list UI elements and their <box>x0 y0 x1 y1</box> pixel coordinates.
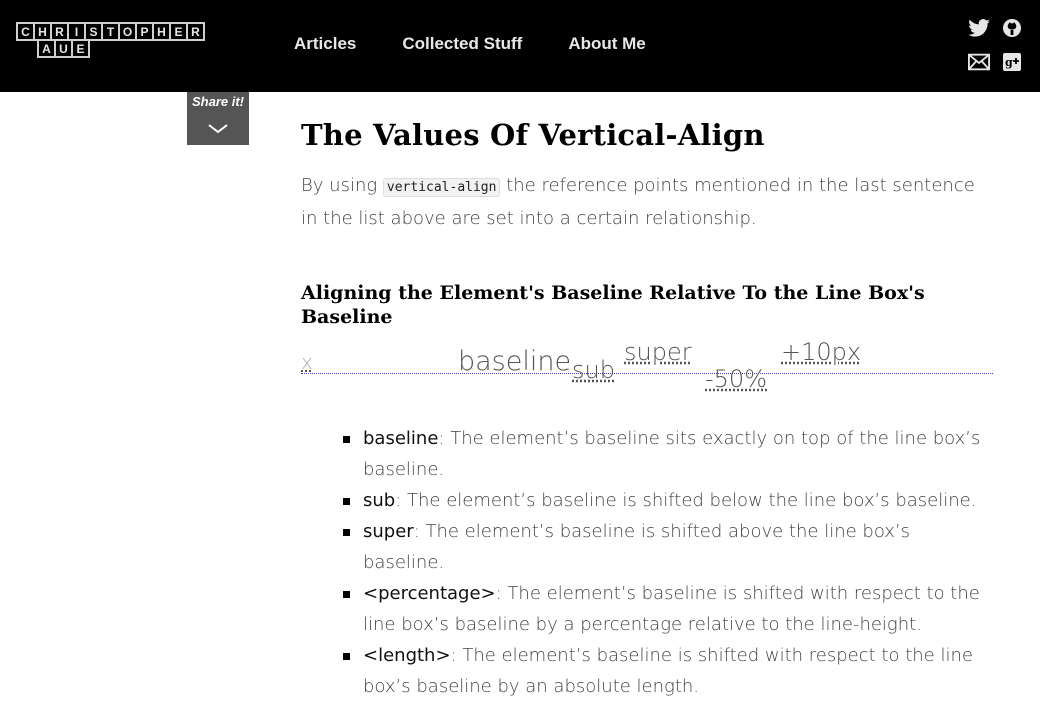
share-label: Share it! <box>191 94 244 109</box>
list-item: sub: The element’s baseline is shifted b… <box>343 485 993 516</box>
logo-letter: R <box>186 22 205 41</box>
demo-minus-50-percent: -50% <box>705 365 768 393</box>
main-nav: Articles Collected Stuff About Me <box>294 34 692 54</box>
list-text: : The element’s baseline is shifted belo… <box>395 490 977 511</box>
mail-icon[interactable] <box>968 51 990 73</box>
list-item: <percentage>: The element’s baseline is … <box>343 578 993 640</box>
twitter-icon[interactable] <box>968 17 990 39</box>
demo-super: super <box>624 338 692 366</box>
list-term: <percentage> <box>363 583 496 604</box>
subsection-title: Aligning the Element's Baseline Relative… <box>301 282 925 328</box>
list-item: <length>: The element’s baseline is shif… <box>343 640 993 702</box>
list-term: <length> <box>363 645 451 666</box>
github-icon[interactable] <box>1001 17 1023 39</box>
values-list: baseline: The element’s baseline sits ex… <box>343 423 993 702</box>
section-title: The Values Of Vertical-Align <box>301 118 765 152</box>
demo-x: x <box>301 350 313 374</box>
list-item: baseline: The element’s baseline sits ex… <box>343 423 993 485</box>
google-plus-icon[interactable]: g <box>1001 51 1023 73</box>
logo-row-second: A U E <box>37 39 203 58</box>
list-text: : The element’s baseline sits exactly on… <box>363 428 981 480</box>
social-links: g <box>968 17 1024 77</box>
chevron-down-icon <box>208 119 228 138</box>
paragraph-text: By using <box>301 175 383 196</box>
demo-sub: sub <box>572 356 615 384</box>
list-term: super <box>363 521 414 542</box>
list-term: sub <box>363 490 396 511</box>
list-text: : The element’s baseline is shifted with… <box>363 645 973 697</box>
inline-code: vertical-align <box>382 178 501 197</box>
demo-plus-10px: +10px <box>781 338 862 366</box>
site-header: C H R I S T O P H E R A U E Articles Col… <box>0 0 1040 92</box>
intro-paragraph: By using vertical-align the reference po… <box>301 170 991 234</box>
logo-letter: E <box>71 39 90 58</box>
nav-articles[interactable]: Articles <box>294 34 356 54</box>
share-button[interactable]: Share it! <box>187 92 249 145</box>
baseline-guide-line <box>301 373 993 374</box>
nav-about-me[interactable]: About Me <box>568 34 645 54</box>
site-logo[interactable]: C H R I S T O P H E R A U E <box>16 22 205 58</box>
list-term: baseline <box>363 428 439 449</box>
demo-baseline: baseline <box>458 346 572 377</box>
nav-collected-stuff[interactable]: Collected Stuff <box>402 34 522 54</box>
vertical-align-demo: x baseline sub super -50% +10px <box>301 338 993 398</box>
svg-text:g: g <box>1005 56 1013 69</box>
list-item: super: The element’s baseline is shifted… <box>343 516 993 578</box>
list-text: : The element’s baseline is shifted abov… <box>363 521 911 573</box>
